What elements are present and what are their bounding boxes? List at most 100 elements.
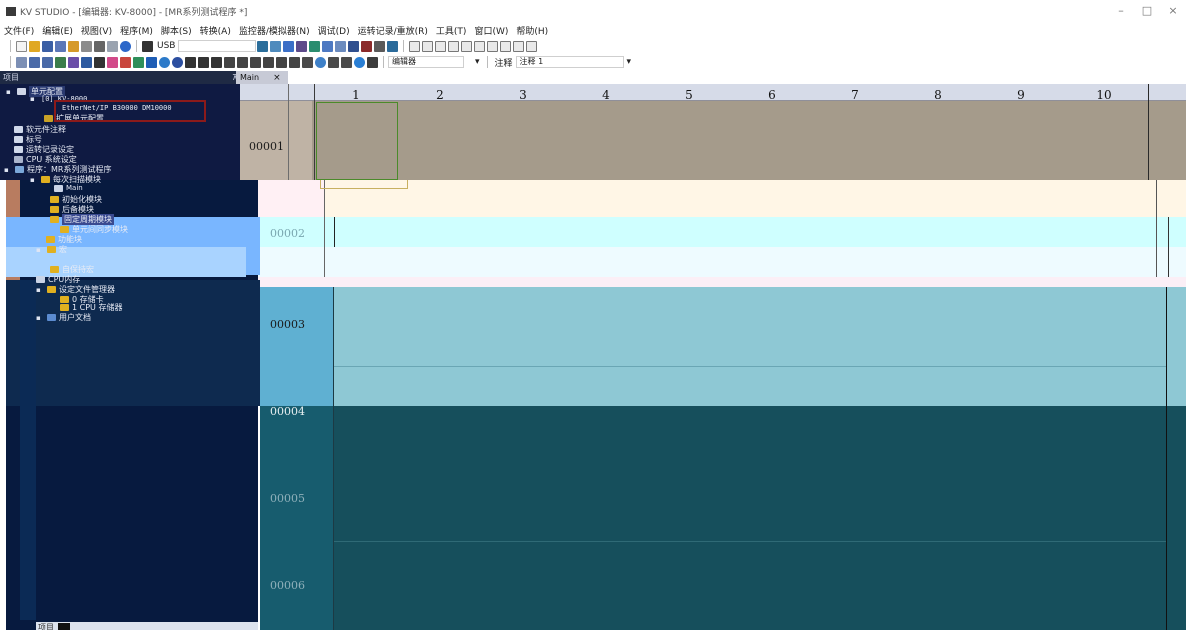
tab-close-icon[interactable]: × — [273, 73, 281, 83]
help-icon[interactable] — [120, 40, 131, 52]
menu-script[interactable]: 脚本(S) — [161, 24, 192, 37]
table-icon[interactable] — [81, 56, 92, 68]
read-plc-icon[interactable] — [270, 40, 282, 52]
save-as-icon[interactable] — [55, 40, 66, 52]
watch-icon[interactable] — [374, 40, 386, 52]
print-preview-icon[interactable] — [107, 40, 118, 52]
contact-nc-icon[interactable] — [422, 40, 434, 52]
coil-icon[interactable] — [487, 40, 499, 52]
set-coil-icon[interactable] — [500, 40, 512, 52]
menu-window[interactable]: 窗口(W) — [474, 24, 508, 37]
comment-select[interactable]: 注释 1 — [515, 56, 624, 68]
collapse-icon[interactable]: ▪ — [30, 95, 37, 103]
verify-icon[interactable] — [296, 40, 308, 52]
pause-icon[interactable] — [211, 56, 222, 68]
menu-oplog[interactable]: 运转记录/重放(R) — [358, 24, 428, 37]
row-number[interactable]: 00002 — [270, 227, 305, 240]
contact-no-icon[interactable] — [409, 40, 421, 52]
new-file-icon[interactable] — [16, 40, 27, 52]
collapse-icon[interactable]: ▪ — [30, 176, 37, 184]
reset-coil-icon[interactable] — [513, 40, 525, 52]
parallel-no-icon[interactable] — [435, 40, 447, 52]
collapse-icon[interactable]: ▪ — [4, 166, 11, 174]
connection-label[interactable]: USB — [157, 41, 175, 51]
collapse-icon[interactable]: ▪ — [36, 286, 43, 294]
collapse-icon[interactable]: ▪ — [36, 246, 43, 254]
minimize-button[interactable]: – — [1108, 0, 1134, 22]
fast-forward-icon[interactable] — [276, 56, 287, 68]
simulator-icon[interactable] — [322, 40, 334, 52]
grid-icon[interactable] — [367, 56, 378, 68]
monitor-icon[interactable] — [309, 40, 321, 52]
falling-edge-icon[interactable] — [474, 40, 486, 52]
editor-mode-dropdown[interactable]: 编辑器 — [388, 56, 464, 68]
marker-icon[interactable] — [328, 56, 339, 68]
tree-item-main[interactable]: Main — [54, 184, 83, 192]
stop-icon[interactable] — [198, 56, 209, 68]
row-number[interactable]: 00005 — [270, 492, 305, 505]
rewind-icon[interactable] — [224, 56, 235, 68]
edit-line-icon[interactable] — [16, 56, 27, 68]
step-forward-icon[interactable] — [263, 56, 274, 68]
parallel-nc-icon[interactable] — [448, 40, 460, 52]
tree-item-user-doc[interactable]: ▪ 用户文档 — [36, 312, 91, 323]
menu-tools[interactable]: 工具(T) — [436, 24, 467, 37]
breakpoint-icon[interactable] — [361, 40, 373, 52]
record-icon[interactable] — [159, 56, 170, 68]
function-icon[interactable] — [526, 40, 538, 52]
open-folder-icon[interactable] — [29, 40, 40, 52]
play-icon[interactable] — [185, 56, 196, 68]
dropdown-arrow-icon[interactable]: ▾ — [627, 57, 632, 67]
rising-edge-icon[interactable] — [461, 40, 473, 52]
menu-edit[interactable]: 编辑(E) — [42, 24, 73, 37]
online-edit-icon[interactable] — [257, 40, 269, 52]
device-monitor-icon[interactable] — [335, 40, 347, 52]
toolbar-grip — [10, 40, 11, 52]
stop-record-icon[interactable] — [172, 56, 183, 68]
step-back-icon[interactable] — [237, 56, 248, 68]
save-icon[interactable] — [42, 40, 53, 52]
transfer-icon[interactable] — [142, 40, 153, 52]
replace-icon[interactable] — [133, 56, 144, 68]
import-icon[interactable] — [68, 40, 79, 52]
row-number[interactable]: 00003 — [270, 318, 305, 331]
tab-main[interactable]: Main × — [236, 71, 288, 84]
selected-ladder-cell[interactable] — [316, 102, 398, 180]
dropdown-arrow-icon[interactable]: ▾ — [475, 57, 480, 67]
cross-ref-icon[interactable] — [120, 56, 131, 68]
menu-debug[interactable]: 调试(D) — [318, 24, 350, 37]
comment-icon[interactable] — [68, 56, 79, 68]
expand-icon[interactable]: ▪ — [36, 314, 43, 322]
insert-row-icon[interactable] — [29, 56, 40, 68]
row-number[interactable]: 00001 — [249, 140, 284, 153]
write-plc-icon[interactable] — [283, 40, 295, 52]
print-icon[interactable] — [94, 40, 105, 52]
menu-file[interactable]: 文件(F) — [4, 24, 34, 37]
search-icon[interactable] — [107, 56, 118, 68]
row-number[interactable]: 00006 — [270, 579, 305, 592]
step-icon[interactable] — [250, 56, 261, 68]
clock-icon[interactable] — [354, 56, 365, 68]
menu-convert[interactable]: 转换(A) — [200, 24, 231, 37]
copy-icon[interactable] — [81, 40, 92, 52]
jump-icon[interactable] — [146, 56, 157, 68]
connection-dropdown[interactable] — [178, 40, 257, 52]
menu-help[interactable]: 帮助(H) — [516, 24, 548, 37]
next-icon[interactable] — [302, 56, 313, 68]
settings-icon[interactable] — [315, 56, 326, 68]
bookmark-icon[interactable] — [94, 56, 105, 68]
menu-view[interactable]: 视图(V) — [81, 24, 112, 37]
close-button[interactable]: × — [1160, 0, 1186, 22]
menu-monitor[interactable]: 监控器/模拟器(N) — [239, 24, 310, 37]
counter-icon[interactable] — [341, 56, 352, 68]
tree-item-macro[interactable]: ▪ 宏 — [36, 244, 67, 255]
delete-row-icon[interactable] — [42, 56, 53, 68]
registration-icon[interactable] — [348, 40, 360, 52]
collapse-icon[interactable]: ▪ — [6, 88, 13, 96]
row-number[interactable]: 00004 — [270, 405, 305, 418]
convert-icon[interactable] — [55, 56, 66, 68]
maximize-button[interactable]: □ — [1134, 0, 1160, 22]
trend-icon[interactable] — [387, 40, 399, 52]
menu-program[interactable]: 程序(M) — [120, 24, 153, 37]
end-icon[interactable] — [289, 56, 300, 68]
